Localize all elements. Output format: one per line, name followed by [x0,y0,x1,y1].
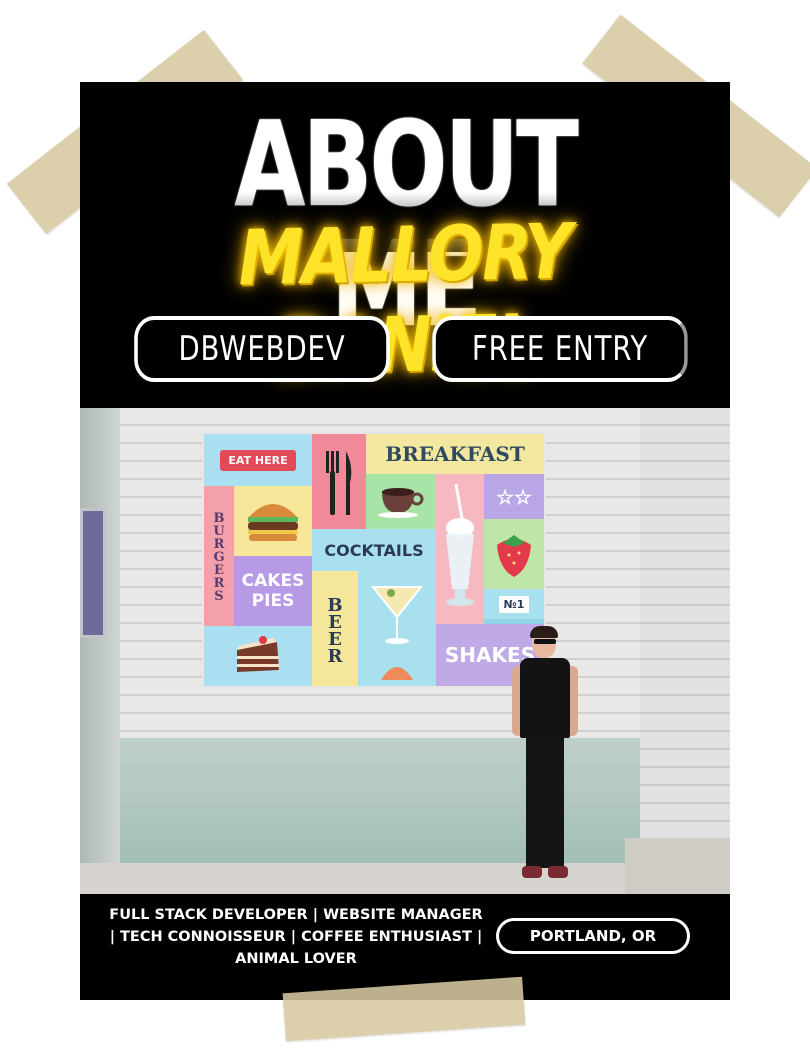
profile-photo: EAT HERE BREAKFAST BURGERS ☆☆ COCKTAILS … [80,408,730,894]
coffee-cup-icon [378,487,424,518]
person-shoe-left [522,866,542,878]
photo-step [625,838,730,894]
tagline-text: FULL STACK DEVELOPER | WEBSITE MANAGER |… [109,907,483,967]
location-badge: PORTLAND, OR [496,918,690,954]
photo-left-window [80,508,106,638]
free-entry-button[interactable]: FREE ENTRY [432,316,688,382]
mural-orange-wedge-tile [358,656,436,686]
mural-fork-knife-tile [312,434,366,529]
mural-eat-here-arrow: EAT HERE [220,449,296,471]
milkshake-icon [446,484,474,606]
sunglasses-icon [534,639,556,644]
about-me-poster: ABOUT ME MALLORY DANIEL DBWEBDEV FREE EN… [80,82,730,1000]
person-figure [508,626,582,890]
mural-beer-tile: BEER [312,571,358,686]
mural-strawberry-tile [484,519,544,589]
strawberry-icon [497,535,531,577]
mural-martini-tile [358,571,436,656]
mural-coffee-tile [366,474,436,529]
photo-left-wall [80,408,120,868]
mural-number-one-tile: №1 [484,589,544,619]
cake-slice-icon [237,636,279,672]
orange-wedge-icon [381,667,413,680]
handle-button[interactable]: DBWEBDEV [134,316,390,382]
mural-stars-tile: ☆☆ [484,474,544,519]
mural-burgers-tile: BURGERS [204,486,234,626]
person-shirt [520,658,570,738]
mural-eat-here-tile: EAT HERE [204,434,312,486]
person-pants [526,738,564,868]
martini-glass-icon [370,585,424,644]
photo-right-building [640,408,730,894]
person-hair [530,626,558,638]
mural-cakes-pies-tile: CAKES PIES [234,556,312,626]
mural-number-one-sign: №1 [498,595,530,613]
burger-icon [248,504,298,541]
mural-cocktails-tile: COCKTAILS [312,529,436,571]
mural-breakfast-tile: BREAKFAST [366,434,544,474]
mural-milkshake-tile [436,474,484,624]
diner-mural: EAT HERE BREAKFAST BURGERS ☆☆ COCKTAILS … [202,432,546,688]
fork-knife-icon [326,450,352,515]
person-shoe-right [548,866,568,878]
mural-burger-tile [234,486,312,556]
mural-cake-slice-tile [204,626,312,686]
